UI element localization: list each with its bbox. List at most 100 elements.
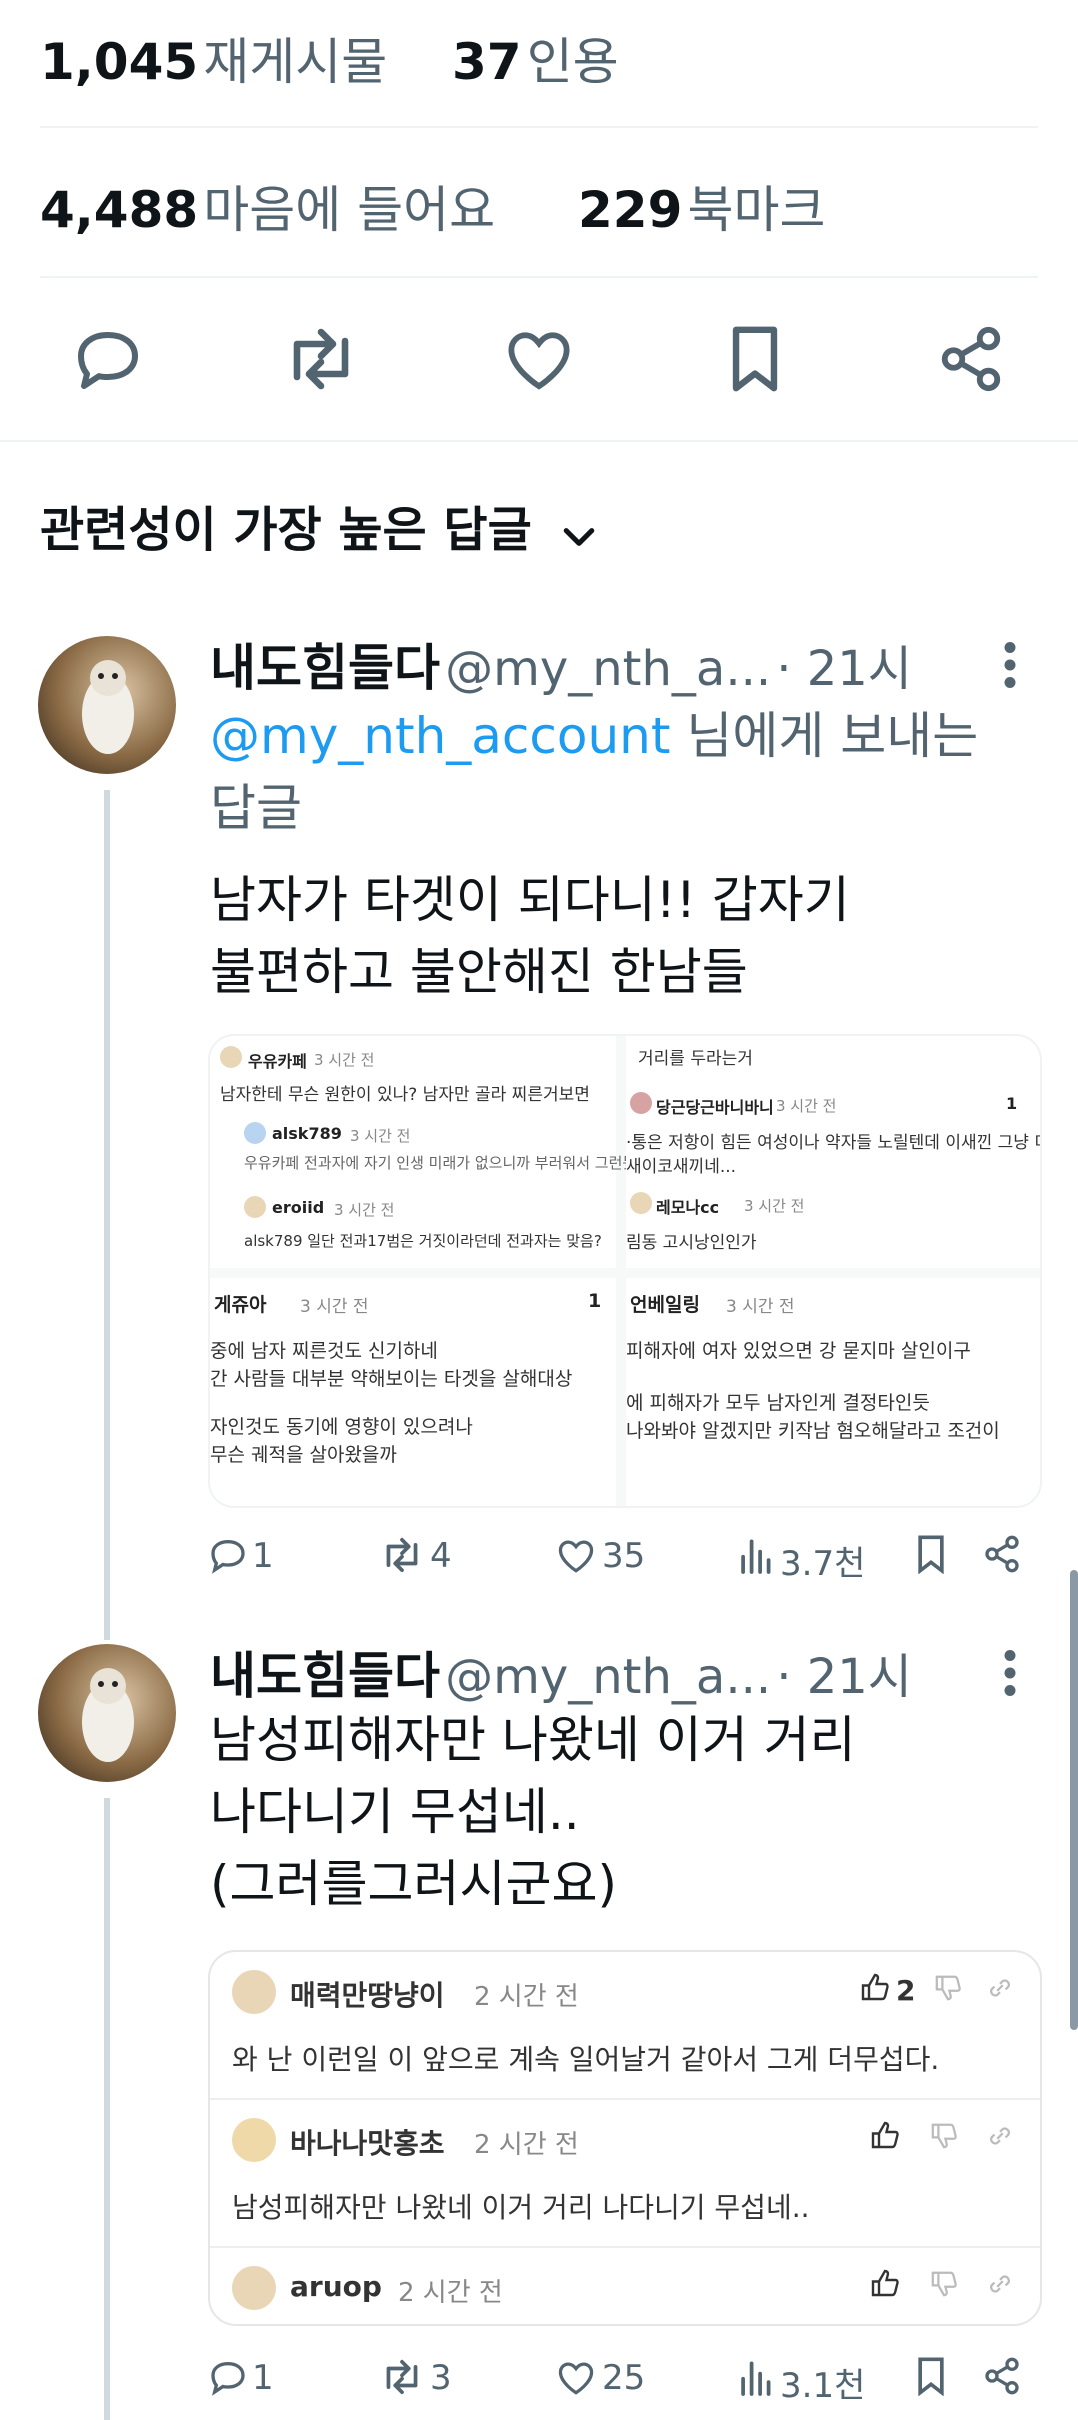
reply-text: 남자가 타겟이 되다니!! 갑자기 불편하고 불안해진 한남들	[210, 864, 850, 1008]
divider	[40, 126, 1038, 128]
repost-count: 4	[430, 1536, 452, 1576]
comment-user: alsk789	[272, 1124, 342, 1143]
scrollbar[interactable]	[1070, 1570, 1078, 2030]
chevron-down-icon	[562, 505, 596, 561]
comment-time: 3 시간 전	[300, 1297, 369, 1317]
comment-text: alsk789 일단 전과17범은 거짓이라던데 전과자는 맞음?	[244, 1232, 602, 1250]
share-icon[interactable]	[982, 1534, 1022, 1578]
image-panel: 우유카페 3 시간 전 남자한테 무슨 원한이 있나? 남자만 골라 찌른거보면…	[210, 1036, 636, 1268]
reposts-count: 1,045	[40, 33, 199, 91]
comment-text: 간 사람들 대부분 약해보이는 타겟을 살해대상	[210, 1368, 573, 1390]
avatar	[232, 2266, 276, 2310]
bookmark-icon[interactable]	[916, 2356, 946, 2400]
link-icon	[986, 2270, 1014, 2302]
views-icon[interactable]	[738, 1536, 772, 1578]
reposts-stat[interactable]: 1,045 재게시물	[40, 22, 387, 94]
divider	[40, 276, 1038, 278]
comment-user: 매력만땅냥이	[290, 1979, 445, 2012]
comment-time: 3 시간 전	[776, 1097, 837, 1115]
link-icon	[986, 1974, 1014, 2006]
comment-text: 무슨 궤적을 살아왔을까	[210, 1444, 397, 1466]
comment-user: 바나나맛홍초	[290, 2127, 445, 2160]
link-icon	[986, 2122, 1014, 2154]
comment-user: 당근당근바니바니	[656, 1098, 774, 1117]
repost-count: 3	[430, 2358, 452, 2398]
comment-text: 림동 고시낭인인가	[626, 1233, 757, 1253]
thread-line	[104, 1798, 110, 2420]
comment-text: 새이코새끼네...	[626, 1157, 737, 1177]
comment-time: 3 시간 전	[334, 1201, 395, 1219]
avatar	[244, 1196, 266, 1218]
display-name[interactable]: 내도힘들다	[210, 1647, 440, 1705]
quotes-count: 37	[452, 33, 522, 91]
comment-time: 2 시간 전	[398, 2278, 503, 2308]
bookmarks-stat[interactable]: 229 북마크	[578, 170, 825, 242]
like-count: 35	[602, 1536, 646, 1576]
reply-icon[interactable]	[208, 2358, 248, 2400]
divider	[210, 2098, 1040, 2100]
reply-text-line: 남성피해자만 나왔네 이거 거리	[210, 1711, 856, 1769]
avatar	[630, 1092, 652, 1114]
comment-user: 레모나cc	[656, 1198, 720, 1217]
thumbs-up-icon	[870, 2120, 900, 2154]
reply-icon[interactable]	[72, 326, 144, 396]
like-icon[interactable]	[556, 2360, 596, 2400]
like-count: 1	[588, 1290, 602, 1312]
avatar	[244, 1122, 266, 1144]
more-icon[interactable]	[998, 640, 1022, 694]
avatar	[630, 1192, 652, 1214]
comment-user: aruop	[290, 2270, 382, 2303]
reply-text-line: 남자가 타겟이 되다니!! 갑자기	[210, 871, 850, 929]
attached-image[interactable]: 우유카페 3 시간 전 남자한테 무슨 원한이 있나? 남자만 골라 찌른거보면…	[208, 1034, 1042, 1508]
share-icon[interactable]	[936, 324, 1006, 398]
views-icon[interactable]	[738, 2358, 772, 2400]
like-icon[interactable]	[504, 328, 574, 396]
comment-text: 피해자에 여자 있었으면 강 묻지마 살인이구	[626, 1340, 971, 1362]
avatar[interactable]	[38, 1644, 176, 1782]
reply-count: 1	[252, 2358, 274, 2398]
repost-icon[interactable]	[282, 326, 360, 396]
username[interactable]: @my_nth_a...	[445, 641, 771, 697]
avatar	[220, 1046, 242, 1068]
timestamp[interactable]: · 21시	[776, 1649, 912, 1705]
comment-user: 우유카페	[248, 1052, 307, 1071]
quotes-label: 인용	[526, 33, 619, 91]
comment-text: 와 난 이런일 이 앞으로 계속 일어날거 같아서 그게 더무섭다.	[232, 2043, 940, 2076]
replying-to-label: 님에게 보내는	[686, 707, 979, 765]
comment-text: 남자한테 무슨 원한이 있나? 남자만 골라 찌른거보면	[220, 1085, 590, 1105]
likes-stat[interactable]: 4,488 마음에 들어요	[40, 170, 495, 242]
thumbs-down-icon	[930, 2270, 958, 2302]
comment-text: 에 피해자가 모두 남자인게 결정타인듯	[626, 1392, 930, 1414]
reply-text-line: (그러를그러시군요)	[210, 1855, 618, 1913]
comment-user: 언베일링	[630, 1294, 700, 1316]
username[interactable]: @my_nth_a...	[445, 1649, 771, 1705]
divider	[210, 2246, 1040, 2248]
reply-text-line: 나다니기 무섭네..	[210, 1783, 580, 1841]
likes-label: 마음에 들어요	[203, 181, 496, 239]
repost-icon[interactable]	[380, 2358, 424, 2400]
like-icon[interactable]	[556, 1538, 596, 1578]
comment-time: 3 시간 전	[314, 1051, 375, 1069]
more-icon[interactable]	[998, 1648, 1022, 1702]
attached-image[interactable]: 매력만땅냥이 2 시간 전 2 와 난 이런일 이 앞으로 계속 일어날거 같아…	[208, 1950, 1042, 2326]
bookmark-icon[interactable]	[916, 1534, 946, 1578]
comment-text: ·통은 저항이 힘든 여성이나 약자들 노릴텐데 이새낀 그냥 미친	[626, 1133, 1042, 1153]
comment-text: 중에 남자 찌른것도 신기하네	[210, 1340, 438, 1362]
mention-link[interactable]: @my_nth_account	[210, 707, 670, 765]
comment-text: 우유카페 전과자에 자기 인생 미래가 없으니까 부러워서 그런듯	[244, 1154, 637, 1172]
comment-text: 자인것도 동기에 영향이 있으려나	[210, 1416, 473, 1438]
reply-icon[interactable]	[208, 1536, 248, 1578]
view-count: 3.1천	[780, 2366, 866, 2406]
repost-icon[interactable]	[380, 1536, 424, 1578]
quotes-stat[interactable]: 37 인용	[452, 22, 619, 94]
timestamp[interactable]: · 21시	[776, 641, 912, 697]
share-icon[interactable]	[982, 2356, 1022, 2400]
reply-sort-dropdown[interactable]: 관련성이 가장 높은 답글	[40, 490, 596, 561]
comment-text: 거리를 두라는거	[638, 1049, 753, 1069]
reposts-label: 재게시물	[203, 33, 388, 91]
display-name[interactable]: 내도힘들다	[210, 639, 440, 697]
like-count: 1	[1006, 1094, 1018, 1113]
bookmark-icon[interactable]	[728, 324, 782, 398]
avatar[interactable]	[38, 636, 176, 774]
avatar	[232, 2118, 276, 2162]
